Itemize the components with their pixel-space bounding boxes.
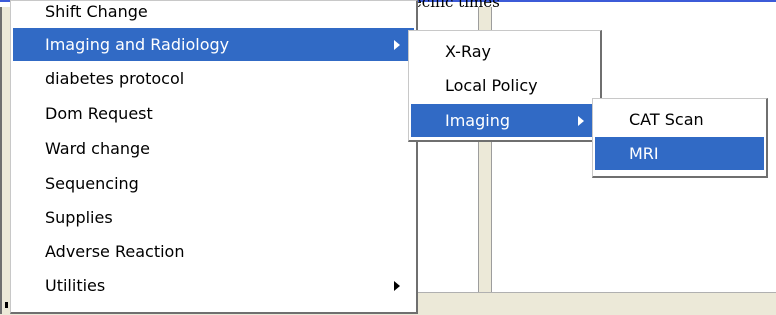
submenu-imaging: CAT Scan MRI bbox=[592, 98, 768, 178]
submenu-arrow-icon bbox=[578, 116, 584, 126]
menu-item-label: Imaging and Radiology bbox=[45, 35, 230, 54]
menu-item-cat-scan[interactable]: CAT Scan bbox=[595, 103, 764, 136]
menu-item-supplies[interactable]: Supplies bbox=[13, 201, 414, 234]
menu-item-label: Supplies bbox=[45, 208, 113, 227]
submenu-arrow-icon bbox=[394, 40, 400, 50]
menu-item-ward-change[interactable]: Ward change bbox=[13, 132, 414, 165]
menu-item-label: Utilities bbox=[45, 276, 106, 295]
menu-item-imaging-and-radiology[interactable]: Imaging and Radiology bbox=[13, 28, 414, 61]
menu-item-label: Imaging bbox=[445, 111, 511, 130]
menu-item-local-policy[interactable]: Local Policy bbox=[411, 69, 598, 102]
frame-marker bbox=[5, 302, 8, 308]
menu-item-imaging[interactable]: Imaging bbox=[411, 104, 598, 137]
menu-item-label: Ward change bbox=[45, 139, 151, 158]
menu-item-label: Adverse Reaction bbox=[45, 242, 185, 261]
menu-item-x-ray[interactable]: X-Ray bbox=[411, 35, 598, 68]
menu-item-label: CAT Scan bbox=[629, 110, 704, 129]
menu-item-label: Dom Request bbox=[45, 104, 153, 123]
submenu-arrow-icon bbox=[394, 281, 400, 291]
menu-item-adverse-reaction[interactable]: Adverse Reaction bbox=[13, 235, 414, 268]
menu-item-sequencing[interactable]: Sequencing bbox=[13, 167, 414, 200]
menu-item-label: diabetes protocol bbox=[45, 69, 185, 88]
context-menu: Shift Change Imaging and Radiology diabe… bbox=[10, 0, 418, 314]
left-frame-strip bbox=[0, 7, 10, 314]
menu-item-diabetes-protocol[interactable]: diabetes protocol bbox=[13, 62, 414, 95]
submenu-imaging-and-radiology: X-Ray Local Policy Imaging bbox=[408, 30, 602, 142]
menu-item-label: Sequencing bbox=[45, 174, 139, 193]
menu-item-label: Shift Change bbox=[45, 2, 148, 21]
menu-item-shift-change[interactable]: Shift Change bbox=[13, 0, 414, 28]
menu-item-label: X-Ray bbox=[445, 42, 491, 61]
menu-item-dom-request[interactable]: Dom Request bbox=[13, 97, 414, 130]
menu-item-mri[interactable]: MRI bbox=[595, 137, 764, 170]
menu-item-label: MRI bbox=[629, 144, 659, 163]
status-strip bbox=[418, 292, 776, 315]
menu-item-label: Local Policy bbox=[445, 76, 538, 95]
menu-item-utilities[interactable]: Utilities bbox=[13, 269, 414, 302]
